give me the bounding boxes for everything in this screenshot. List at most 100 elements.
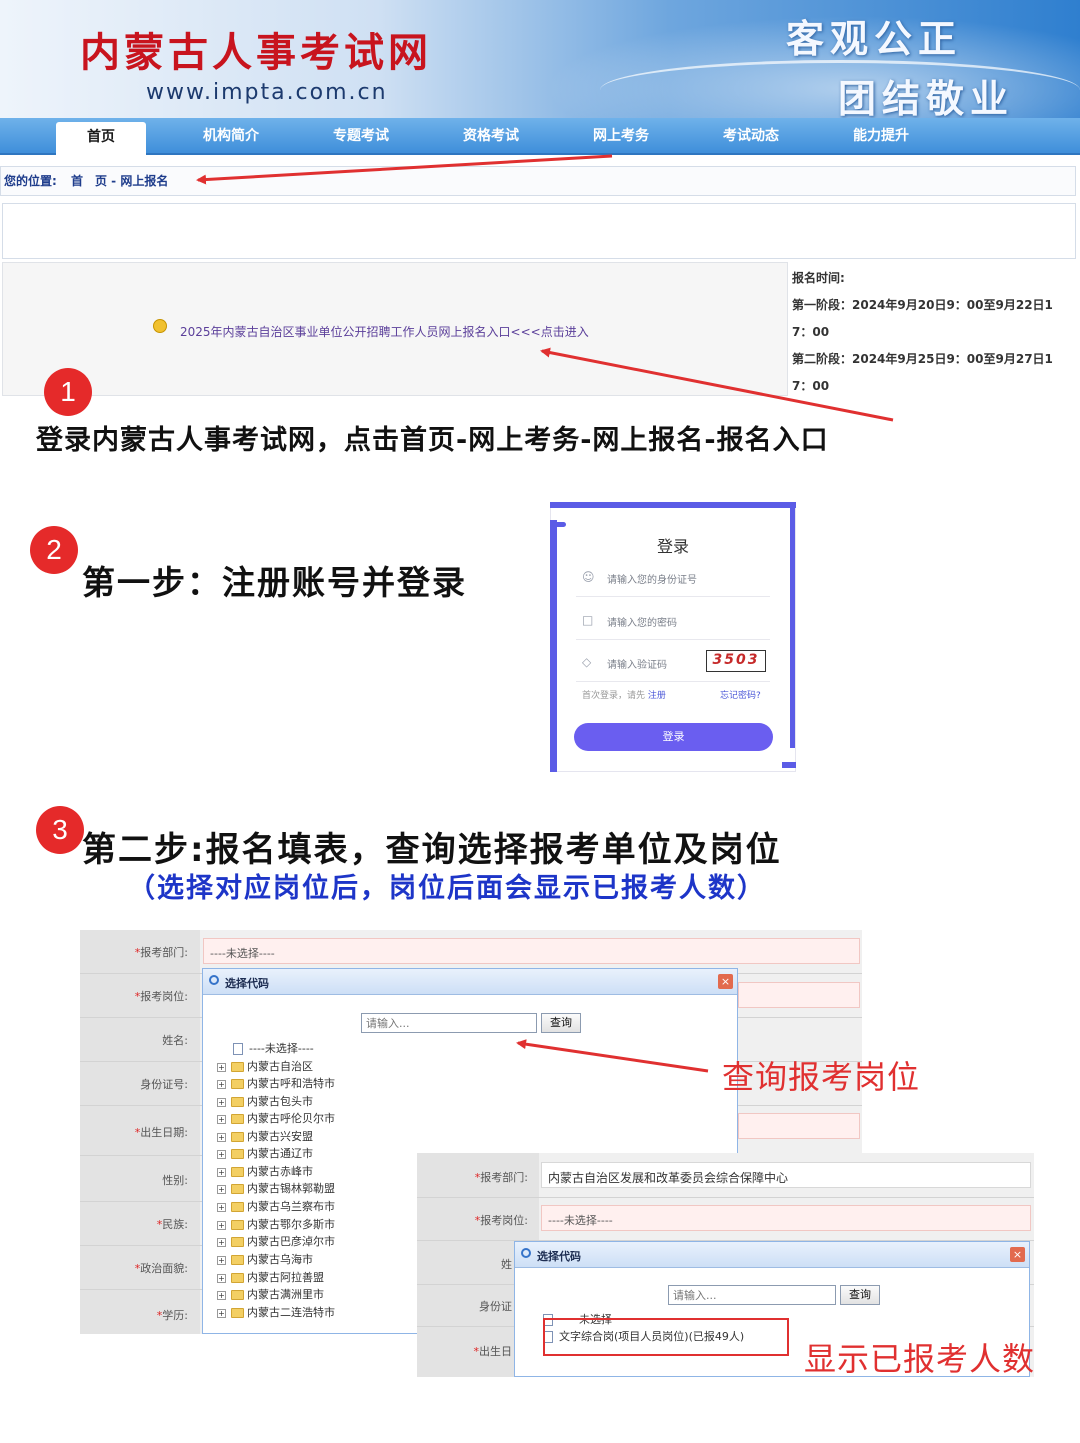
tree-item-none[interactable]: ----未选择---- bbox=[233, 1040, 314, 1057]
expand-icon[interactable]: + bbox=[217, 1149, 226, 1159]
tree-item[interactable]: + 内蒙古鄂尔多斯市 bbox=[217, 1216, 335, 1233]
tree-item[interactable]: + 内蒙古巴彦淖尔市 bbox=[217, 1233, 335, 1250]
register-link[interactable]: 注册 bbox=[648, 691, 666, 701]
tree-item-label: 内蒙古阿拉善盟 bbox=[247, 1271, 324, 1284]
annotation-query-position: 查询报考岗位 bbox=[722, 1058, 921, 1096]
folder-icon bbox=[231, 1167, 244, 1177]
label-ethnicity: *民族: bbox=[80, 1216, 188, 1232]
code-search-input[interactable] bbox=[668, 1285, 836, 1305]
password-field[interactable]: □ 请输入您的密码 bbox=[576, 600, 770, 640]
nav-ability[interactable]: 能力提升 bbox=[826, 118, 936, 155]
department-select[interactable]: 内蒙古自治区发展和改革委员会综合保障中心 bbox=[541, 1162, 1031, 1188]
expand-icon[interactable]: + bbox=[217, 1184, 226, 1194]
site-url: www.impta.com.cn bbox=[146, 80, 388, 105]
department-value: ----未选择---- bbox=[210, 947, 275, 960]
expand-icon[interactable]: + bbox=[217, 1114, 226, 1124]
tree-item-label: 内蒙古自治区 bbox=[247, 1060, 313, 1073]
main-nav: 首页 机构简介 专题考试 资格考试 网上考务 考试动态 能力提升 bbox=[0, 118, 1080, 155]
tree-item[interactable]: + 内蒙古二连浩特市 bbox=[217, 1304, 335, 1321]
label-birth-date: *出生日 bbox=[404, 1343, 513, 1359]
label-department: *报考部门: bbox=[80, 944, 188, 960]
captcha-field[interactable]: ◇ 请输入验证码 3503 bbox=[576, 642, 770, 682]
magnifier-icon bbox=[209, 975, 219, 985]
folder-icon bbox=[231, 1114, 244, 1124]
code-search-input[interactable] bbox=[361, 1013, 537, 1033]
label-text: 出生日期: bbox=[140, 1126, 188, 1139]
first-login-text: 首次登录，请先 bbox=[582, 691, 646, 701]
login-button[interactable]: 登录 bbox=[574, 723, 773, 751]
time-stage2-cont: 7：00 bbox=[792, 379, 830, 393]
expand-icon[interactable]: + bbox=[217, 1167, 226, 1177]
captcha-image[interactable]: 3503 bbox=[706, 650, 766, 672]
folder-icon bbox=[231, 1273, 244, 1283]
step2-title: 第二步:报名填表，查询选择报考单位及岗位 bbox=[82, 830, 782, 870]
tree-item-label: 内蒙古呼伦贝尔市 bbox=[247, 1112, 335, 1125]
tree-item-label: 内蒙古锡林郭勒盟 bbox=[247, 1182, 335, 1195]
query-button[interactable]: 查询 bbox=[840, 1285, 880, 1305]
tree-item[interactable]: + 内蒙古自治区 bbox=[217, 1058, 313, 1075]
department-select[interactable]: ----未选择---- bbox=[203, 938, 860, 964]
tree-item[interactable]: + 内蒙古阿拉善盟 bbox=[217, 1269, 324, 1286]
birth-date-field[interactable] bbox=[738, 1113, 860, 1139]
position-value: ----未选择---- bbox=[548, 1214, 613, 1227]
tree-item-label: 内蒙古满洲里市 bbox=[247, 1288, 324, 1301]
expand-icon[interactable]: + bbox=[217, 1097, 226, 1107]
magnifier-icon bbox=[521, 1248, 531, 1258]
expand-icon[interactable]: + bbox=[217, 1132, 226, 1142]
document-icon bbox=[233, 1043, 243, 1055]
label-name: 姓 bbox=[404, 1256, 512, 1272]
nav-about[interactable]: 机构简介 bbox=[176, 118, 286, 155]
close-icon[interactable]: × bbox=[1010, 1247, 1025, 1262]
nav-qualification-exam[interactable]: 资格考试 bbox=[436, 118, 546, 155]
password-placeholder: 请输入您的密码 bbox=[607, 618, 677, 629]
tree-item[interactable]: + 内蒙古包头市 bbox=[217, 1093, 313, 1110]
tree-item[interactable]: + 内蒙古呼伦贝尔市 bbox=[217, 1110, 335, 1127]
forgot-password-link[interactable]: 忘记密码? bbox=[720, 688, 761, 701]
close-icon[interactable]: × bbox=[718, 974, 733, 989]
query-button[interactable]: 查询 bbox=[541, 1013, 581, 1033]
tree-item[interactable]: + 内蒙古锡林郭勒盟 bbox=[217, 1180, 335, 1197]
captcha-placeholder: 请输入验证码 bbox=[607, 660, 667, 671]
tree-item[interactable]: + 内蒙古兴安盟 bbox=[217, 1128, 313, 1145]
label-text: 政治面貌: bbox=[140, 1262, 188, 1275]
label-text: 报考部门: bbox=[140, 946, 188, 959]
label-education: *学历: bbox=[80, 1307, 188, 1323]
expand-icon[interactable]: + bbox=[217, 1290, 226, 1300]
folder-icon bbox=[231, 1202, 244, 1212]
expand-icon[interactable]: + bbox=[217, 1220, 226, 1230]
expand-icon[interactable]: + bbox=[217, 1273, 226, 1283]
label-text: 姓 bbox=[501, 1258, 512, 1271]
user-icon: ☺ bbox=[582, 570, 595, 584]
tree-item-label: 内蒙古巴彦淖尔市 bbox=[247, 1235, 335, 1248]
position-select[interactable] bbox=[738, 982, 860, 1008]
nav-special-exam[interactable]: 专题考试 bbox=[306, 118, 416, 155]
breadcrumb-path[interactable]: 首 页 - 网上报名 bbox=[71, 174, 168, 188]
tree-item[interactable]: + 内蒙古呼和浩特市 bbox=[217, 1075, 335, 1092]
expand-icon[interactable]: + bbox=[217, 1255, 226, 1265]
tree-item[interactable]: + 内蒙古乌海市 bbox=[217, 1251, 313, 1268]
expand-icon[interactable]: + bbox=[217, 1202, 226, 1212]
step-number-2: 2 bbox=[30, 526, 78, 574]
blank-panel bbox=[2, 203, 1076, 259]
label-id-number: 身份证号: bbox=[80, 1076, 188, 1092]
tree-item[interactable]: + 内蒙古乌兰察布市 bbox=[217, 1198, 335, 1215]
expand-icon[interactable]: + bbox=[217, 1237, 226, 1247]
label-gender: 性别: bbox=[80, 1172, 188, 1188]
nav-online-affairs[interactable]: 网上考务 bbox=[566, 118, 676, 155]
expand-icon[interactable]: + bbox=[217, 1062, 226, 1072]
nav-home[interactable]: 首页 bbox=[56, 122, 146, 155]
tree-item[interactable]: + 内蒙古赤峰市 bbox=[217, 1163, 313, 1180]
step-number-3: 3 bbox=[36, 806, 84, 854]
label-text: 民族: bbox=[162, 1218, 188, 1231]
id-number-field[interactable]: ☺ 请输入您的身份证号 bbox=[576, 557, 770, 597]
nav-exam-news[interactable]: 考试动态 bbox=[696, 118, 806, 155]
expand-icon[interactable]: + bbox=[217, 1308, 226, 1318]
tree-item[interactable]: + 内蒙古通辽市 bbox=[217, 1145, 313, 1162]
shield-icon: ◇ bbox=[582, 655, 592, 669]
registration-entry-link[interactable]: 2025年内蒙古自治区事业单位公开招聘工作人员网上报名入口<<<点击进入 bbox=[180, 323, 589, 340]
label-political: *政治面貌: bbox=[80, 1260, 188, 1276]
tree-item[interactable]: + 内蒙古满洲里市 bbox=[217, 1286, 324, 1303]
expand-icon[interactable]: + bbox=[217, 1079, 226, 1089]
position-select[interactable]: ----未选择---- bbox=[541, 1205, 1031, 1231]
label-text: 出生日 bbox=[479, 1345, 512, 1358]
